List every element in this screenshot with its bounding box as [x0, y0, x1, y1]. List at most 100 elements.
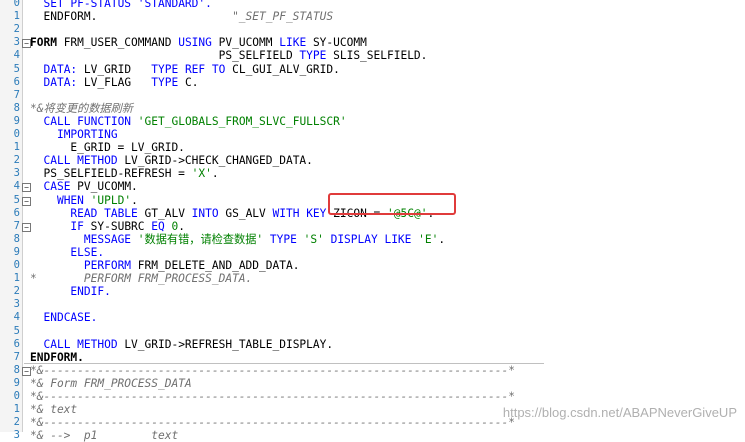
code-token: 'X' — [191, 167, 212, 181]
code-token: LV_GRID->CHECK_CHANGED_DATA. — [117, 154, 313, 168]
code-line[interactable]: ELSE. — [30, 246, 745, 259]
code-line[interactable]: ENDIF. — [30, 285, 745, 298]
code-token: *&--------------------------------------… — [30, 416, 515, 430]
code-token: . — [131, 193, 138, 207]
code-token: *& --> p1 text — [30, 429, 179, 442]
line-number: 2 — [13, 285, 20, 298]
code-token: TYPE — [151, 75, 179, 89]
fold-toggle-icon[interactable]: − — [22, 366, 31, 376]
code-token: TYPE REF TO — [151, 62, 226, 76]
line-number: 6 — [13, 337, 20, 350]
line-number: 4 — [13, 180, 20, 193]
code-line[interactable]: PERFORM FRM_DELETE_AND_ADD_DATA. — [30, 259, 745, 272]
code-line[interactable]: ENDCASE. — [30, 311, 745, 324]
code-line[interactable]: ENDFORM. "_SET_PF_STATUS — [30, 10, 745, 23]
line-number: 2 — [13, 416, 20, 429]
code-token: 'E' — [418, 232, 439, 246]
code-line[interactable]: * PERFORM FRM_PROCESS_DATA. — [30, 272, 745, 285]
line-number: 7 — [13, 350, 20, 363]
watermark: https://blog.csdn.net/ABAPNeverGiveUP — [502, 405, 737, 420]
code-line[interactable] — [30, 23, 745, 36]
code-line[interactable]: *& Form FRM_PROCESS_DATA — [30, 377, 745, 390]
highlight-box — [328, 193, 456, 215]
line-number: 0 — [13, 0, 20, 9]
code-line[interactable]: PS_SELFIELD TYPE SLIS_SELFIELD. — [30, 49, 745, 62]
separator-line — [24, 362, 544, 364]
code-token: WITH KEY — [272, 206, 327, 220]
fold-toggle-icon[interactable]: − — [22, 39, 31, 49]
code-line[interactable]: *&--------------------------------------… — [30, 390, 745, 403]
code-line[interactable] — [30, 89, 745, 102]
code-line[interactable]: *&将变更的数据刷新 — [30, 102, 745, 115]
code-line[interactable]: DATA: LV_GRID TYPE REF TO CL_GUI_ALV_GRI… — [30, 63, 745, 76]
code-token: GS_ALV — [218, 206, 273, 220]
code-token: GT_ALV — [137, 206, 192, 220]
line-number: 1 — [13, 272, 20, 285]
line-number: 3 — [13, 429, 20, 442]
line-number: 1 — [13, 141, 20, 154]
code-token: LIKE — [279, 36, 307, 50]
fold-toggle-icon[interactable]: − — [22, 222, 31, 232]
code-line[interactable]: MESSAGE '数据有错，请检查数据' TYPE 'S' DISPLAY LI… — [30, 233, 745, 246]
code-token: ENDFORM. — [30, 10, 98, 24]
code-token: INTO — [191, 206, 219, 220]
code-token: SY-SUBRC — [83, 219, 152, 233]
code-line[interactable]: DATA: LV_FLAG TYPE C. — [30, 76, 745, 89]
code-token: SET PF-STATUS 'STANDARD'. — [43, 0, 212, 10]
line-number: 1 — [13, 403, 20, 416]
code-token: ELSE. — [70, 245, 105, 259]
code-token: E_GRID = LV_GRID. — [30, 141, 185, 155]
code-token: FRM_USER_COMMAND — [56, 36, 179, 50]
fold-toggle-icon[interactable]: − — [22, 183, 31, 193]
line-number: 0 — [13, 128, 20, 140]
code-line[interactable]: *&--------------------------------------… — [30, 364, 745, 377]
line-number: 0 — [13, 259, 20, 271]
code-line[interactable]: E_GRID = LV_GRID. — [30, 141, 745, 154]
code-line[interactable]: FORM FRM_USER_COMMAND USING PV_UCOMM LIK… — [30, 36, 745, 49]
code-token: FRM_DELETE_AND_ADD_DATA. — [131, 259, 300, 272]
code-token: CL_GUI_ALV_GRID. — [225, 62, 340, 76]
code-token: DATA: — [43, 62, 78, 76]
code-token: ENDFORM. — [30, 350, 84, 364]
code-line[interactable]: SET PF-STATUS 'STANDARD'. — [30, 0, 745, 10]
code-token: * PERFORM FRM_PROCESS_DATA. — [30, 272, 253, 286]
code-token: FORM — [30, 36, 57, 50]
code-line[interactable]: *& --> p1 text — [30, 429, 745, 442]
code-line[interactable]: CALL METHOD LV_GRID->CHECK_CHANGED_DATA. — [30, 154, 745, 167]
code-token: . — [211, 167, 219, 181]
code-token: LV_FLAG — [77, 75, 152, 89]
code-line[interactable] — [30, 325, 745, 338]
code-line[interactable]: IF SY-SUBRC EQ 0. — [30, 220, 745, 233]
line-number: 8 — [13, 101, 20, 114]
line-number: 5 — [13, 324, 20, 337]
code-token: SLIS_SELFIELD. — [326, 49, 428, 63]
code-line[interactable]: CASE PV_UCOMM. — [30, 180, 745, 193]
code-line[interactable]: IMPORTING — [30, 128, 745, 141]
fold-toggle-icon[interactable]: − — [22, 196, 31, 206]
line-number: 4 — [13, 49, 20, 62]
line-number: 7 — [13, 88, 20, 101]
line-number: 0 — [13, 390, 20, 402]
code-token: PS_SELFIELD-REFRESH = — [30, 167, 192, 181]
code-line[interactable]: PS_SELFIELD-REFRESH = 'X'. — [30, 167, 745, 180]
line-number: 2 — [13, 154, 20, 167]
line-number: 8 — [13, 232, 20, 245]
code-token: PS_SELFIELD — [30, 49, 300, 63]
line-number: 9 — [13, 245, 20, 258]
code-token: CALL FUNCTION — [43, 114, 132, 128]
code-line[interactable]: ENDFORM. — [30, 351, 745, 364]
code-line[interactable] — [30, 298, 745, 311]
code-line[interactable]: CALL FUNCTION 'GET_GLOBALS_FROM_SLVC_FUL… — [30, 115, 745, 128]
line-number: 5 — [13, 193, 20, 206]
code-line[interactable]: CALL METHOD LV_GRID->REFRESH_TABLE_DISPL… — [30, 338, 745, 351]
